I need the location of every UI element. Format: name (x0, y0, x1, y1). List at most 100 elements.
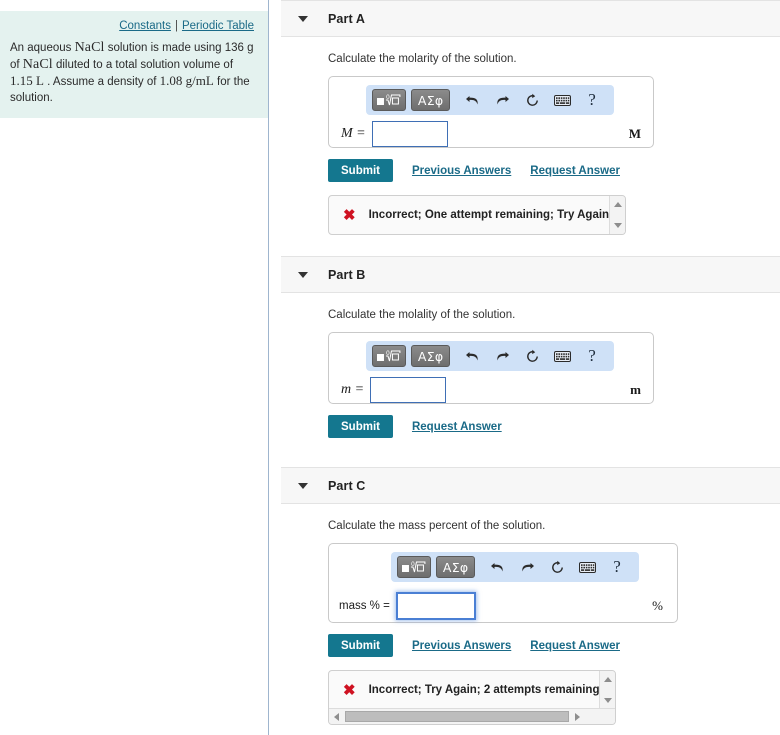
parts-panel: Part A Calculate the molarity of the sol… (281, 0, 780, 735)
part-c-math-toolbar: 0 ΑΣφ ? (391, 552, 639, 582)
undo-icon[interactable] (459, 344, 485, 368)
part-a-title: Part A (328, 11, 365, 26)
undo-icon[interactable] (484, 555, 510, 579)
problem-text: An aqueous NaCl solution is made using 1… (0, 32, 268, 108)
link-separator: | (174, 20, 178, 32)
scroll-down-arrow-icon[interactable] (610, 219, 625, 232)
part-c-previous-answers-link[interactable]: Previous Answers (412, 640, 511, 652)
scroll-left-arrow-icon[interactable] (329, 709, 344, 724)
part-c-answer-input[interactable] (395, 592, 476, 620)
problem-value-density: 1.08 g/mL (159, 73, 214, 88)
problem-seg-4: . (43, 76, 51, 88)
problem-seg-5: Assume a density of (52, 76, 160, 88)
part-a-answer-input[interactable] (371, 121, 448, 147)
part-b-submit-button[interactable]: Submit (328, 415, 393, 438)
help-icon[interactable]: ? (579, 344, 605, 368)
reset-icon[interactable] (519, 88, 545, 112)
greek-symbols-icon[interactable]: ΑΣφ (435, 556, 476, 578)
greek-symbols-icon[interactable]: ΑΣφ (410, 345, 451, 367)
part-c-block: Part C Calculate the mass percent of the… (281, 467, 780, 725)
undo-icon[interactable] (459, 88, 485, 112)
horizontal-scroll-thumb[interactable] (345, 711, 569, 722)
chevron-down-icon[interactable] (298, 15, 308, 22)
part-b-title: Part B (328, 267, 366, 282)
chevron-down-icon[interactable] (298, 271, 308, 278)
part-b-input-row: m = m (329, 377, 653, 403)
redo-icon[interactable] (489, 344, 515, 368)
help-icon[interactable]: ? (579, 88, 605, 112)
part-b-unit-label: m (630, 382, 641, 397)
keyboard-icon[interactable] (549, 344, 575, 368)
part-a-feedback-vertical-scrollbar[interactable] (609, 196, 625, 234)
part-b-variable-label: m = (341, 382, 365, 397)
part-b-submit-row: Submit Request Answer (328, 404, 780, 438)
part-a-header[interactable]: Part A (281, 0, 780, 37)
math-template-icon[interactable]: 0 (397, 556, 431, 578)
constants-link[interactable]: Constants (119, 20, 171, 32)
part-a-answer-box: 0 ΑΣφ ? M = M (328, 76, 654, 148)
part-a-feedback-box: ✖ Incorrect; One attempt remaining; Try … (328, 195, 626, 235)
part-b-answer-input[interactable] (370, 377, 447, 403)
part-b-header[interactable]: Part B (281, 256, 780, 293)
part-a-prompt: Calculate the molarity of the solution. (328, 53, 517, 65)
part-a-feedback-inner: ✖ Incorrect; One attempt remaining; Try … (329, 196, 625, 234)
part-c-unit-label: % (652, 598, 663, 613)
redo-icon[interactable] (489, 88, 515, 112)
keyboard-icon[interactable] (574, 555, 600, 579)
part-b-answer-box: 0 ΑΣφ ? m = m (328, 332, 654, 404)
part-a-body: Calculate the molarity of the solution. … (281, 37, 780, 235)
reset-icon[interactable] (544, 555, 570, 579)
problem-statement-box: Constants | Periodic Table An aqueous NaCl… (0, 11, 268, 118)
scroll-down-arrow-icon[interactable] (600, 694, 615, 707)
part-c-submit-row: Submit Previous Answers Request Answer (328, 623, 780, 657)
problem-sidebar: Constants | Periodic Table An aqueous NaCl… (0, 0, 269, 735)
part-c-submit-button[interactable]: Submit (328, 634, 393, 657)
part-a-feedback-text: Incorrect; One attempt remaining; Try Ag… (368, 209, 610, 221)
part-a-request-answer-link[interactable]: Request Answer (530, 165, 620, 177)
periodic-table-link[interactable]: Periodic Table (182, 20, 254, 32)
chevron-down-icon[interactable] (298, 482, 308, 489)
scroll-up-arrow-icon[interactable] (610, 198, 625, 211)
part-a-block: Part A Calculate the molarity of the sol… (281, 0, 780, 235)
part-a-variable-label: M = (341, 126, 366, 141)
part-c-feedback-inner: ✖ Incorrect; Try Again; 2 attempts remai… (329, 671, 615, 709)
resource-links: Constants | Periodic Table (0, 11, 268, 32)
part-a-previous-answers-link[interactable]: Previous Answers (412, 165, 511, 177)
part-a-submit-button[interactable]: Submit (328, 159, 393, 182)
page-root: Constants | Periodic Table An aqueous NaCl… (0, 0, 780, 735)
part-c-header[interactable]: Part C (281, 467, 780, 504)
part-a-math-toolbar: 0 ΑΣφ ? (366, 85, 614, 115)
part-b-math-toolbar: 0 ΑΣφ ? (366, 341, 614, 371)
part-c-answer-box: 0 ΑΣφ ? mass % = % (328, 543, 678, 623)
part-c-body: Calculate the mass percent of the soluti… (281, 504, 780, 725)
scroll-right-arrow-icon[interactable] (570, 709, 585, 724)
math-template-icon[interactable]: 0 (372, 89, 406, 111)
part-b-body: Calculate the molality of the solution. … (281, 293, 780, 438)
part-c-input-row: mass % = % (329, 592, 677, 620)
keyboard-icon[interactable] (549, 88, 575, 112)
reset-icon[interactable] (519, 344, 545, 368)
redo-icon[interactable] (514, 555, 540, 579)
part-c-feedback-text: Incorrect; Try Again; 2 attempts remaini… (368, 684, 600, 696)
part-a-input-row: M = M (329, 121, 653, 147)
x-mark-icon: ✖ (343, 681, 356, 699)
part-b-request-answer-link[interactable]: Request Answer (412, 421, 502, 433)
problem-seg-3: diluted to a total solution volume of (52, 58, 234, 71)
part-c-feedback-box: ✖ Incorrect; Try Again; 2 attempts remai… (328, 670, 616, 725)
problem-seg-1: An aqueous (10, 42, 75, 54)
part-a-submit-row: Submit Previous Answers Request Answer (328, 148, 780, 182)
greek-symbols-icon[interactable]: ΑΣφ (410, 89, 451, 111)
help-icon[interactable]: ? (604, 555, 630, 579)
part-b-prompt: Calculate the molality of the solution. (328, 309, 516, 321)
part-c-feedback-vertical-scrollbar[interactable] (599, 671, 615, 709)
part-c-title: Part C (328, 478, 366, 493)
x-mark-icon: ✖ (343, 206, 356, 224)
problem-formula-nacl-2: NaCl (22, 56, 53, 72)
scroll-up-arrow-icon[interactable] (600, 673, 615, 686)
part-c-prompt: Calculate the mass percent of the soluti… (328, 520, 546, 532)
part-c-feedback-horizontal-scrollbar[interactable] (329, 708, 615, 724)
part-a-unit-label: M (628, 126, 641, 141)
part-b-block: Part B Calculate the molality of the sol… (281, 256, 780, 438)
part-c-request-answer-link[interactable]: Request Answer (530, 640, 620, 652)
math-template-icon[interactable]: 0 (372, 345, 406, 367)
